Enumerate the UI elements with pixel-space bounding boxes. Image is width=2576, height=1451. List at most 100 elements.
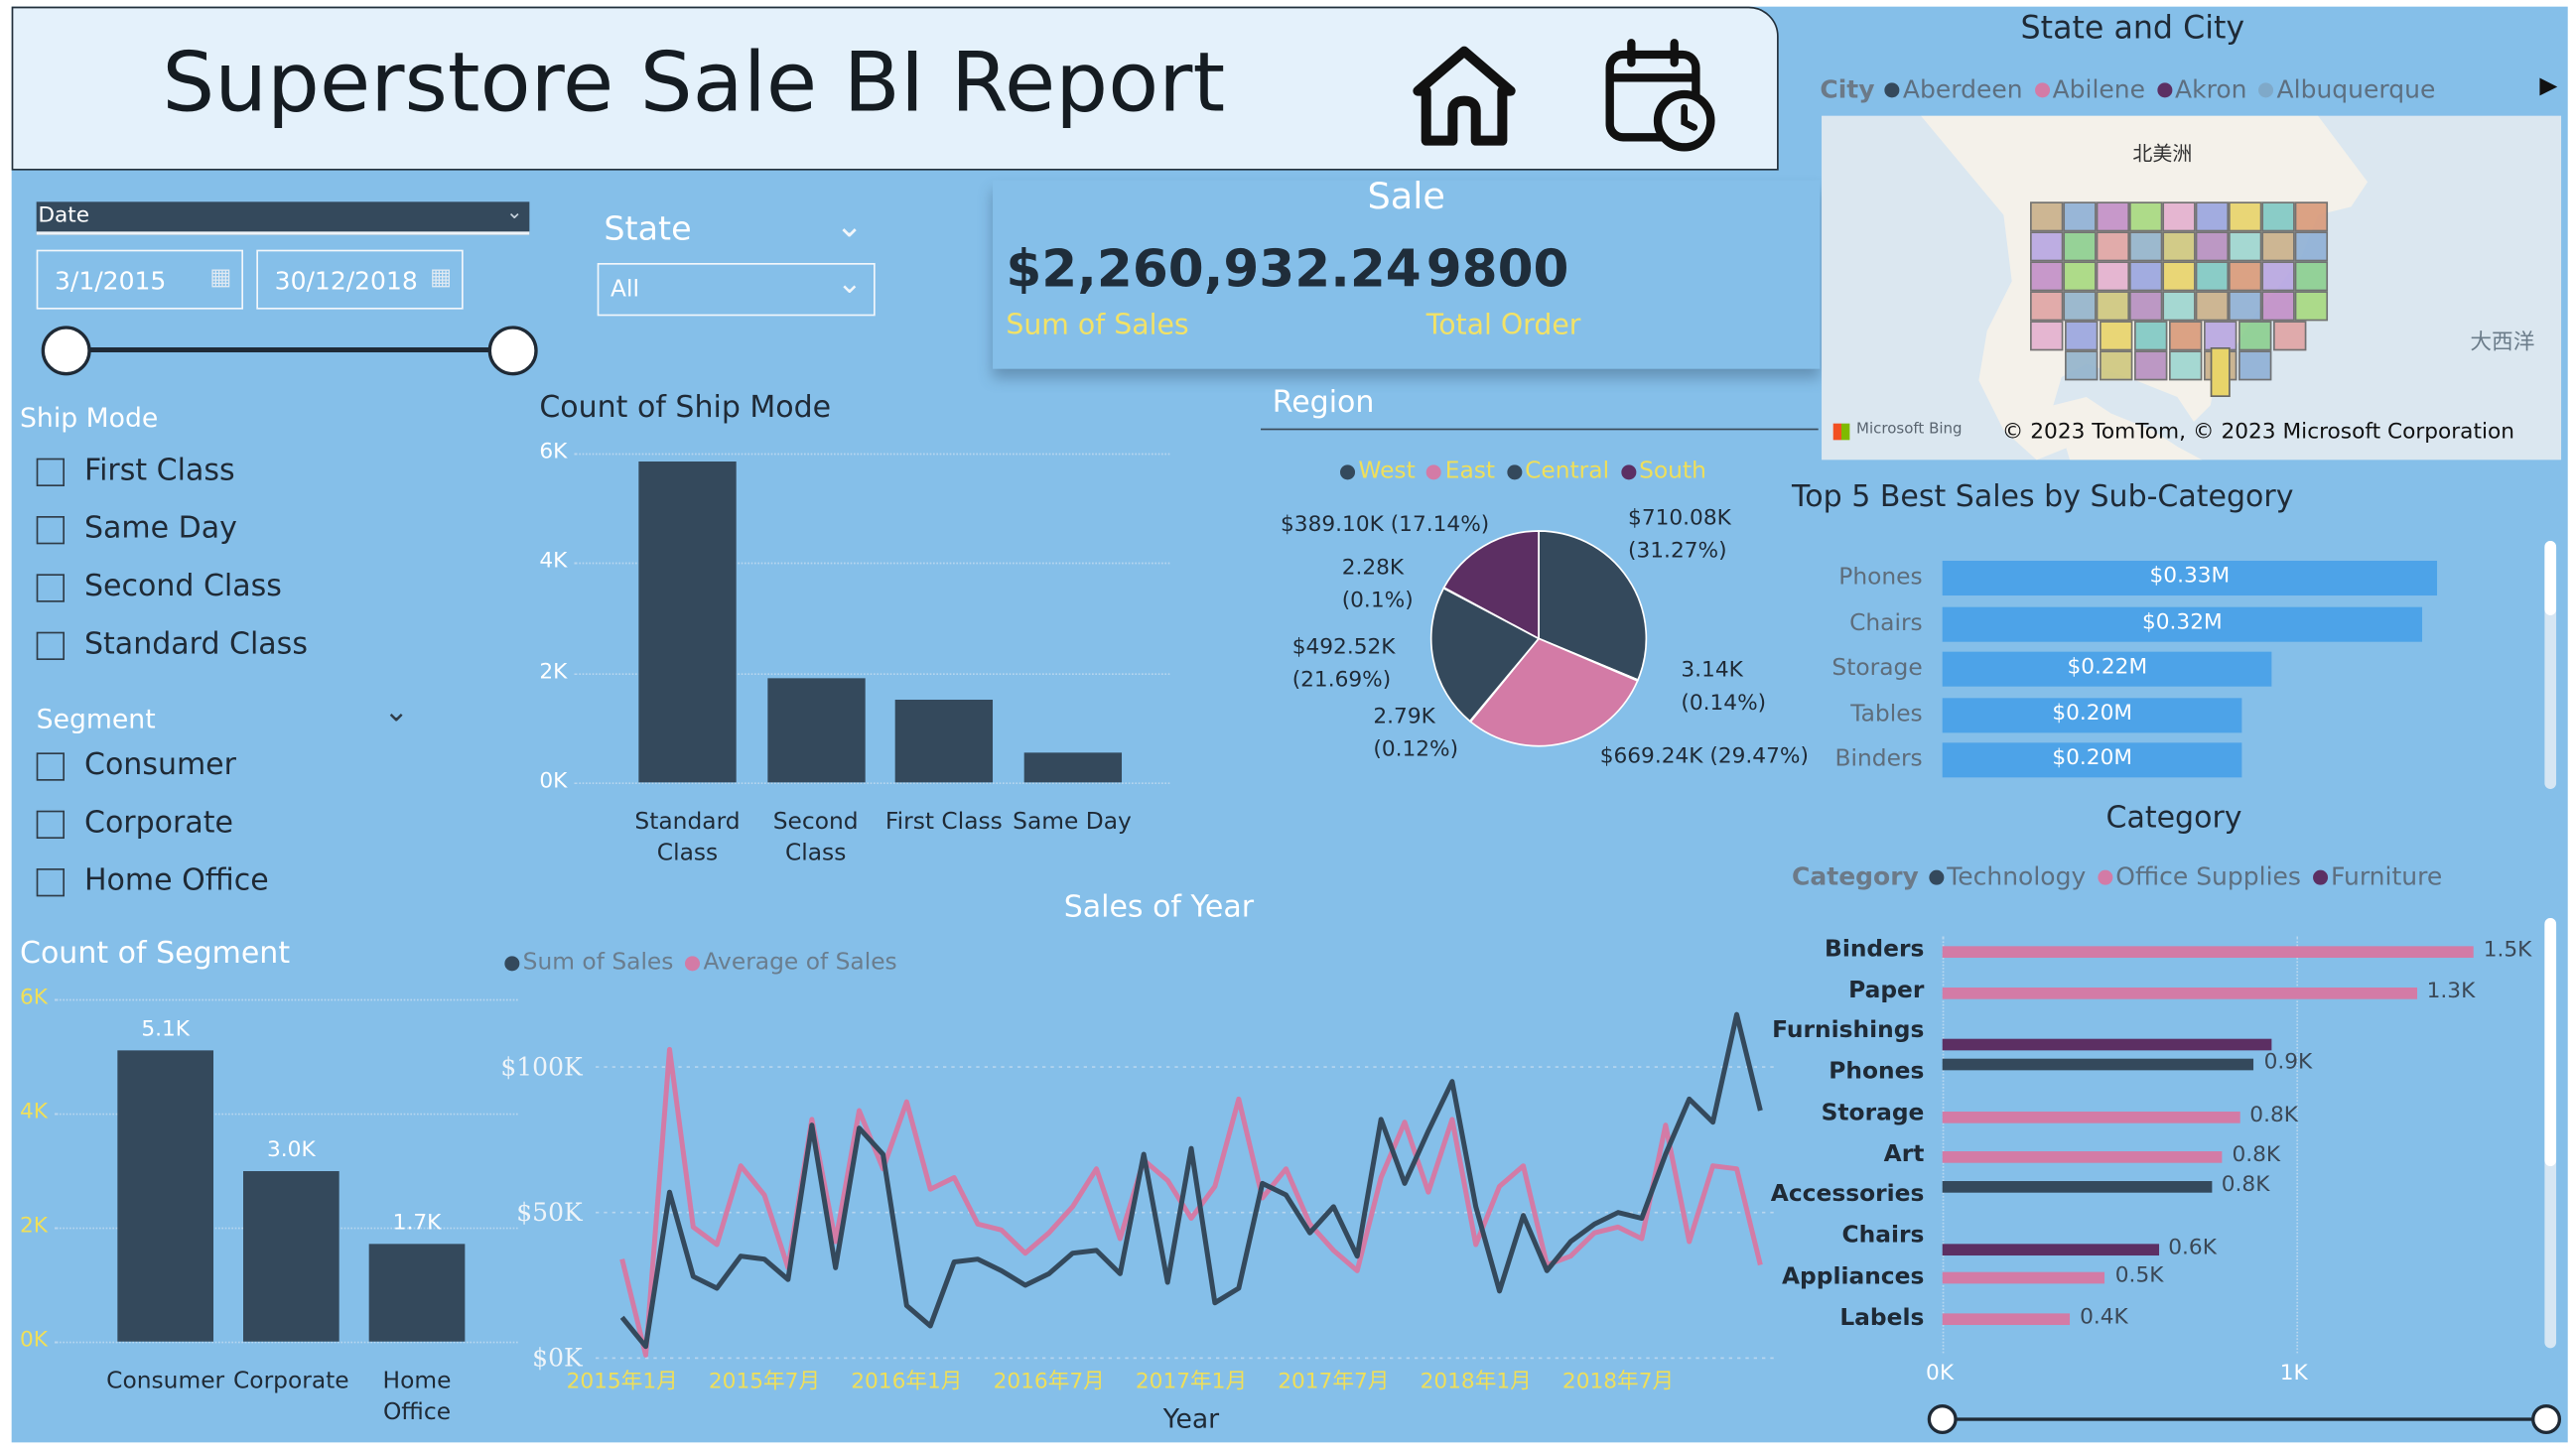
bar-accessories[interactable] [1942,1181,2212,1193]
map-state-region[interactable] [2162,231,2196,262]
bar-labels[interactable] [1942,1313,2071,1326]
map-state-region[interactable] [2030,201,2064,232]
series-line-average-of-sales[interactable] [619,1046,1763,1358]
map-state-region[interactable] [2294,291,2329,322]
map-state-region[interactable] [2065,350,2099,381]
map-state-region[interactable] [2096,291,2130,322]
map-state-region[interactable] [2096,261,2130,292]
map-state-region[interactable] [2238,350,2272,381]
legend-item-akron[interactable]: Akron [2156,74,2247,104]
data-label: 0.9K [2263,1050,2313,1076]
y-tick-label: $100K [500,1052,584,1081]
category-scrollbar-thumb[interactable] [2544,918,2557,1167]
data-label: 0.8K [2232,1142,2281,1168]
series-line-sum-of-sales[interactable] [619,1011,1763,1350]
bar-chairs[interactable] [1942,1244,2159,1256]
data-label: $0.22M [2067,655,2148,681]
data-label: 1.3K [2426,979,2476,1004]
legend-item-aberdeen[interactable]: Aberdeen [1884,74,2023,104]
bar-furnishings[interactable] [1942,1038,2272,1051]
map-state-region[interactable] [2065,321,2099,351]
y-tick-label: $50K [516,1198,584,1227]
legend-label: Albuquerque [2276,74,2436,105]
x-tick-label: 1K [2279,1361,2308,1386]
map-label-atlantic: 大西洋 [2470,330,2535,356]
map-state-region[interactable] [2129,231,2163,262]
map-state-region[interactable] [2162,291,2196,322]
map-state-region[interactable] [2261,231,2295,262]
top5-scrollbar-thumb[interactable] [2544,541,2557,616]
map-state-region[interactable] [2129,261,2163,292]
legend-item-abilene[interactable]: Abilene [2034,74,2145,104]
x-tick-label: 2018年1月 [1421,1369,1532,1393]
map-state-region[interactable] [2162,261,2196,292]
map-state-region[interactable] [2063,231,2097,262]
map-visual[interactable]: 北美洲 大西洋 Microsoft Bing © 2023 TomTom, © … [1822,115,2562,461]
map-state-region[interactable] [2229,201,2262,232]
map-state-region[interactable] [2294,261,2329,292]
legend-label: Abilene [2052,74,2146,105]
map-state-region[interactable] [2210,347,2231,398]
microsoft-logo-icon [1832,423,1850,441]
x-tick-label: 2015年1月 [567,1369,678,1393]
map-state-region[interactable] [2063,201,2097,232]
legend-dot [2258,82,2274,98]
category-chart-title: Category [2105,800,2242,836]
y-tick-label: $0K [532,1344,584,1373]
map-state-region[interactable] [2273,321,2307,351]
map-state-region[interactable] [2063,291,2097,322]
map-copyright: © 2023 TomTom, © 2023 Microsoft Corporat… [2001,420,2514,446]
map-state-region[interactable] [2261,291,2295,322]
map-state-region[interactable] [2261,261,2295,292]
bar-binders[interactable] [1942,946,2474,959]
map-state-region[interactable] [2134,350,2168,381]
map-state-region[interactable] [2195,201,2230,232]
map-state-region[interactable] [2294,201,2329,232]
x-tick-label: 2016年1月 [851,1369,962,1393]
legend-next-arrow-icon[interactable]: ▶ [2539,72,2557,99]
map-state-region[interactable] [2169,321,2203,351]
category-zoom-slider-track[interactable] [1942,1417,2545,1421]
data-label: $0.20M [2052,745,2133,771]
bar-appliances[interactable] [1942,1271,2105,1284]
legend-item-technology[interactable]: Technology [1928,861,2086,891]
city-legend: City Aberdeen Abilene Akron Albuquerque [1820,74,2447,104]
map-state-region[interactable] [2129,201,2163,232]
map-state-region[interactable] [2134,321,2168,351]
map-state-region[interactable] [2096,231,2130,262]
bar-phones[interactable] [1942,1058,2254,1071]
bar-art[interactable] [1942,1151,2223,1163]
map-state-region[interactable] [2294,231,2329,262]
legend-item-office-supplies[interactable]: Office Supplies [2097,861,2301,891]
legend-item-albuquerque[interactable]: Albuquerque [2258,74,2435,104]
category-zoom-start-handle[interactable] [1927,1404,1958,1435]
data-label: 0.8K [2221,1172,2270,1198]
map-state-region[interactable] [2129,291,2163,322]
map-state-region[interactable] [2195,291,2230,322]
map-state-region[interactable] [2063,261,2097,292]
map-state-region[interactable] [2162,201,2196,232]
map-state-region[interactable] [2195,231,2230,262]
bar-storage[interactable] [1942,1112,2240,1123]
map-state-region[interactable] [2096,201,2130,232]
category-zoom-end-handle[interactable] [2531,1404,2562,1435]
top5-chart-title: Top 5 Best Sales by Sub-Category [1792,479,2294,515]
map-state-region[interactable] [2229,291,2262,322]
map-state-region[interactable] [2030,321,2064,351]
map-state-region[interactable] [2100,321,2133,351]
map-state-region[interactable] [2238,321,2272,351]
legend-dot [2156,82,2172,98]
map-state-region[interactable] [2195,261,2230,292]
map-state-region[interactable] [2204,321,2237,351]
map-state-region[interactable] [2030,231,2064,262]
map-state-region[interactable] [2169,350,2203,381]
map-state-region[interactable] [2229,261,2262,292]
bar-paper[interactable] [1942,988,2417,999]
map-state-region[interactable] [2261,201,2295,232]
map-state-region[interactable] [2030,261,2064,292]
legend-item-furniture[interactable]: Furniture [2312,861,2442,891]
map-state-region[interactable] [2030,291,2064,322]
dashboard: Superstore Sale BI Report Date ⌄ 3/1/201… [0,0,2576,1451]
map-state-region[interactable] [2100,350,2133,381]
map-state-region[interactable] [2229,231,2262,262]
